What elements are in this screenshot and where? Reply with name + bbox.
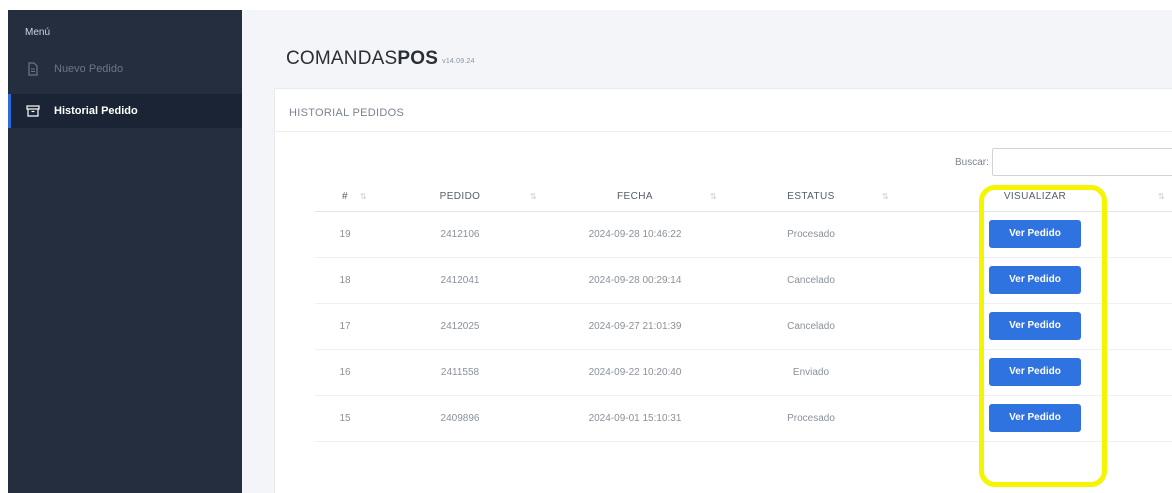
table-header-row: # ⇅ PEDIDO ⇅ FECHA ⇅ ESTATUS ⇅ VISUALIZAR ⇅ <box>315 183 1172 212</box>
status-badge: Cancelado <box>725 303 897 350</box>
cell-action: Ver Pedido <box>897 211 1172 258</box>
status-badge: Procesado <box>725 395 897 442</box>
cell-num: 15 <box>315 395 375 442</box>
brand-version: v14.09.24 <box>442 58 475 65</box>
column-header-label: ESTATUS <box>787 191 835 203</box>
column-header-pedido[interactable]: PEDIDO ⇅ <box>375 183 545 212</box>
cell-num: 18 <box>315 257 375 304</box>
status-badge: Enviado <box>725 349 897 396</box>
brand-logo: COMANDASPOS v14.09.24 <box>286 48 475 70</box>
order-link[interactable]: 2412025 <box>375 303 545 350</box>
archive-icon <box>26 104 40 118</box>
search-input[interactable] <box>991 148 1172 176</box>
brand-prefix: COMANDAS <box>286 48 398 69</box>
main-content: COMANDASPOS v14.09.24 HISTORIAL PEDIDOS B… <box>242 10 1172 493</box>
table-row: 17 2412025 2024-09-27 21:01:39 Cancelado… <box>315 303 1172 350</box>
table-row: 18 2412041 2024-09-28 00:29:14 Cancelado… <box>315 257 1172 304</box>
column-header-label: PEDIDO <box>439 191 481 203</box>
search-group: Buscar: <box>955 148 1172 176</box>
column-header-num[interactable]: # ⇅ <box>315 183 375 212</box>
cell-fecha: 2024-09-28 00:29:14 <box>545 257 725 304</box>
sort-icon: ⇅ <box>359 192 367 201</box>
brand-bold: POS <box>397 48 439 69</box>
sort-icon: ⇅ <box>529 192 537 201</box>
card-divider <box>275 131 1172 132</box>
cell-num: 16 <box>315 349 375 396</box>
cell-fecha: 2024-09-28 10:46:22 <box>545 211 725 258</box>
column-header-label: VISUALIZAR <box>1003 191 1067 203</box>
search-label: Buscar: <box>955 156 989 168</box>
cell-num: 19 <box>315 211 375 258</box>
column-header-visualizar[interactable]: VISUALIZAR ⇅ <box>897 183 1172 212</box>
sidebar-item-label: Historial Pedido <box>54 105 138 117</box>
status-badge: Cancelado <box>725 257 897 304</box>
ver-pedido-button[interactable]: Ver Pedido <box>989 358 1081 386</box>
column-header-label: FECHA <box>617 191 653 203</box>
cell-action: Ver Pedido <box>897 349 1172 396</box>
order-link[interactable]: 2409896 <box>375 395 545 442</box>
menu-title: Menú <box>25 27 51 38</box>
cell-fecha: 2024-09-22 10:20:40 <box>545 349 725 396</box>
sort-icon: ⇅ <box>709 192 717 201</box>
sidebar-item-nuevo-pedido[interactable]: Nuevo Pedido <box>8 52 242 86</box>
sidebar: Menú Nuevo Pedido Historial Pedido <box>8 10 242 493</box>
ver-pedido-button[interactable]: Ver Pedido <box>989 404 1081 432</box>
ver-pedido-button[interactable]: Ver Pedido <box>989 266 1081 294</box>
sort-icon: ⇅ <box>881 192 889 201</box>
cell-num: 17 <box>315 303 375 350</box>
order-link[interactable]: 2412041 <box>375 257 545 304</box>
cell-action: Ver Pedido <box>897 303 1172 350</box>
card-title: HISTORIAL PEDIDOS <box>289 107 405 119</box>
table-row: 16 2411558 2024-09-22 10:20:40 Enviado V… <box>315 349 1172 396</box>
order-link[interactable]: 2411558 <box>375 349 545 396</box>
column-header-fecha[interactable]: FECHA ⇅ <box>545 183 725 212</box>
document-icon <box>26 62 40 76</box>
cell-fecha: 2024-09-27 21:01:39 <box>545 303 725 350</box>
cell-action: Ver Pedido <box>897 257 1172 304</box>
orders-card: HISTORIAL PEDIDOS Buscar: # ⇅ PEDIDO ⇅ FEC… <box>274 88 1172 493</box>
column-header-estatus[interactable]: ESTATUS ⇅ <box>725 183 897 212</box>
ver-pedido-button[interactable]: Ver Pedido <box>989 312 1081 340</box>
column-header-label: # <box>342 191 348 203</box>
order-link[interactable]: 2412106 <box>375 211 545 258</box>
sidebar-item-historial-pedido[interactable]: Historial Pedido <box>8 94 242 128</box>
cell-action: Ver Pedido <box>897 395 1172 442</box>
cell-fecha: 2024-09-01 15:10:31 <box>545 395 725 442</box>
ver-pedido-button[interactable]: Ver Pedido <box>989 220 1081 248</box>
sidebar-item-label: Nuevo Pedido <box>54 63 124 75</box>
table-row: 15 2409896 2024-09-01 15:10:31 Procesado… <box>315 395 1172 442</box>
table-row: 19 2412106 2024-09-28 10:46:22 Procesado… <box>315 211 1172 258</box>
status-badge: Procesado <box>725 211 897 258</box>
orders-table: # ⇅ PEDIDO ⇅ FECHA ⇅ ESTATUS ⇅ VISUALIZAR ⇅ 1… <box>315 183 1172 442</box>
sort-icon: ⇅ <box>1157 192 1165 201</box>
